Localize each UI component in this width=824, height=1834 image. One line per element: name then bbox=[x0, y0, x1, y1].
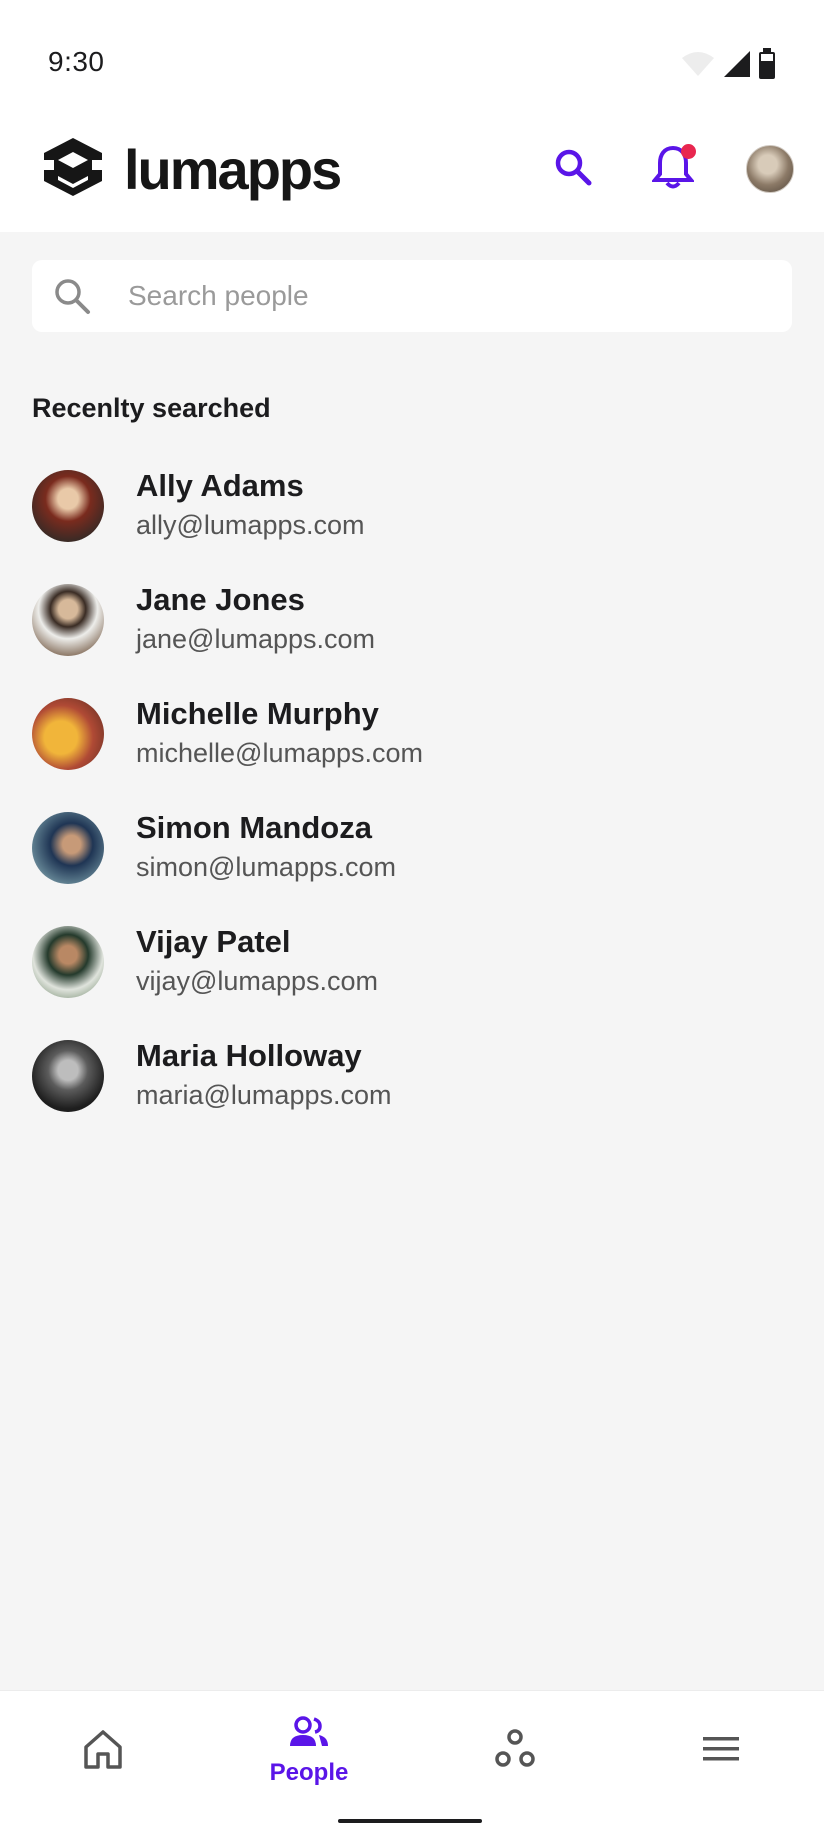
lumapps-logo[interactable]: lumapps bbox=[40, 136, 342, 203]
person-email: michelle@lumapps.com bbox=[136, 738, 424, 768]
list-item[interactable]: Vijay Patel vijay@lumapps.com bbox=[32, 924, 792, 1038]
avatar bbox=[32, 926, 104, 998]
notification-badge bbox=[681, 144, 696, 159]
avatar bbox=[32, 812, 104, 884]
battery-icon bbox=[758, 48, 776, 85]
people-list: Ally Adams ally@lumapps.com Jane Jones j… bbox=[32, 468, 792, 1152]
nav-item-menu[interactable] bbox=[618, 1691, 824, 1811]
person-name: Maria Holloway bbox=[136, 1038, 362, 1073]
person-name: Jane Jones bbox=[136, 582, 305, 617]
person-info: Jane Jones jane@lumapps.com bbox=[136, 582, 375, 656]
person-email: vijay@lumapps.com bbox=[136, 966, 378, 996]
section-title: Recenlty searched bbox=[32, 393, 271, 423]
logo-text: lumapps bbox=[124, 137, 342, 201]
person-email: jane@lumapps.com bbox=[136, 624, 376, 654]
list-item[interactable]: Simon Mandoza simon@lumapps.com bbox=[32, 810, 792, 924]
avatar bbox=[32, 698, 104, 770]
nav-item-communities[interactable] bbox=[412, 1691, 618, 1811]
person-name: Ally Adams bbox=[136, 468, 304, 503]
list-item[interactable]: Jane Jones jane@lumapps.com bbox=[32, 582, 792, 696]
avatar bbox=[32, 470, 104, 542]
search-input[interactable] bbox=[128, 260, 768, 332]
status-bar: 9:30 bbox=[0, 0, 824, 112]
person-info: Vijay Patel vijay@lumapps.com bbox=[136, 924, 378, 998]
person-info: Michelle Murphy michelle@lumapps.com bbox=[136, 696, 423, 770]
lumapps-logo-icon bbox=[40, 136, 106, 203]
app-bar: lumapps bbox=[0, 112, 824, 232]
search-icon bbox=[553, 147, 593, 192]
avatar bbox=[32, 584, 104, 656]
list-item[interactable]: Maria Holloway maria@lumapps.com bbox=[32, 1038, 792, 1152]
nav-item-home[interactable] bbox=[0, 1691, 206, 1811]
person-email: maria@lumapps.com bbox=[136, 1080, 392, 1110]
header-search-button[interactable] bbox=[546, 142, 600, 196]
home-icon bbox=[82, 1728, 124, 1775]
list-item[interactable]: Ally Adams ally@lumapps.com bbox=[32, 468, 792, 582]
nav-label-people: People bbox=[269, 1758, 349, 1786]
person-info: Maria Holloway maria@lumapps.com bbox=[136, 1038, 392, 1112]
status-icons bbox=[680, 48, 776, 85]
home-indicator[interactable] bbox=[338, 1819, 482, 1823]
person-name: Simon Mandoza bbox=[136, 810, 372, 845]
list-item[interactable]: Michelle Murphy michelle@lumapps.com bbox=[32, 696, 792, 810]
communities-icon bbox=[494, 1728, 536, 1774]
avatar bbox=[32, 1040, 104, 1112]
app-actions bbox=[546, 142, 794, 196]
notifications-button[interactable] bbox=[646, 142, 700, 196]
person-info: Ally Adams ally@lumapps.com bbox=[136, 468, 365, 542]
person-name: Michelle Murphy bbox=[136, 696, 379, 731]
nav-item-people[interactable]: People bbox=[206, 1691, 412, 1811]
signal-icon bbox=[722, 49, 752, 84]
person-email: ally@lumapps.com bbox=[136, 510, 365, 540]
person-email: simon@lumapps.com bbox=[136, 852, 396, 882]
menu-icon bbox=[701, 1734, 741, 1769]
avatar[interactable] bbox=[746, 145, 794, 193]
people-icon bbox=[288, 1715, 330, 1753]
status-time: 9:30 bbox=[48, 46, 105, 77]
search-icon bbox=[52, 276, 92, 321]
bottom-nav: People bbox=[0, 1690, 824, 1834]
person-info: Simon Mandoza simon@lumapps.com bbox=[136, 810, 396, 884]
wifi-icon bbox=[680, 50, 716, 83]
person-name: Vijay Patel bbox=[136, 924, 291, 959]
search-bar bbox=[32, 260, 792, 332]
